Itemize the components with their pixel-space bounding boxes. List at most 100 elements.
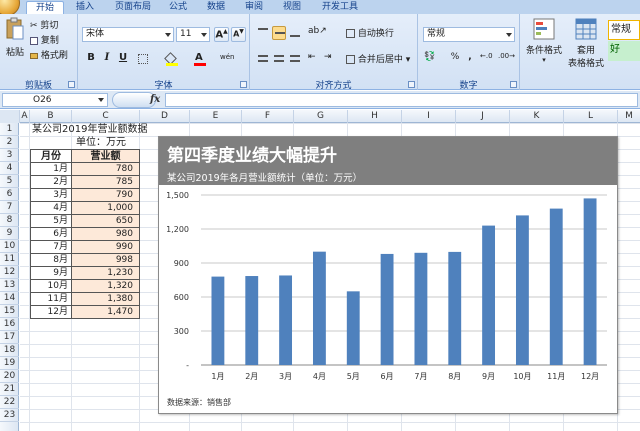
tab-home[interactable]: 开始 [26, 1, 64, 14]
column-header[interactable]: E [190, 110, 242, 123]
month-cell[interactable]: 10月 [30, 280, 72, 293]
name-box[interactable]: O26 [2, 93, 108, 107]
row-header[interactable]: 22 [0, 396, 19, 409]
tab-insert[interactable]: 插入 [68, 1, 102, 14]
row-header[interactable]: 10 [0, 240, 19, 253]
underline-button[interactable]: U [116, 52, 130, 66]
bar[interactable] [583, 198, 597, 365]
bar[interactable] [380, 253, 394, 365]
align-top-button[interactable] [256, 26, 270, 40]
italic-button[interactable]: I [100, 52, 114, 66]
tab-review[interactable]: 审阅 [238, 1, 270, 14]
column-header[interactable]: H [348, 110, 402, 123]
row-header[interactable]: 17 [0, 331, 19, 344]
increase-decimal-button[interactable]: ←.0 [480, 52, 496, 66]
align-middle-button[interactable] [272, 26, 286, 40]
revenue-cell[interactable]: 785 [71, 176, 140, 189]
month-cell[interactable]: 11月 [30, 293, 72, 306]
row-header[interactable]: 19 [0, 357, 19, 370]
font-launcher[interactable] [240, 81, 247, 88]
revenue-cell[interactable]: 990 [71, 241, 140, 254]
font-name-select[interactable]: 宋体 [82, 27, 174, 42]
month-cell[interactable]: 7月 [30, 241, 72, 254]
row-header[interactable]: 13 [0, 279, 19, 292]
select-all-corner[interactable] [0, 110, 20, 123]
row-header[interactable]: 1 [0, 123, 19, 136]
row-header[interactable]: 15 [0, 305, 19, 318]
copy-button[interactable]: 复制 [30, 33, 74, 46]
currency-button[interactable]: 💱 [424, 52, 444, 66]
row-header[interactable]: 4 [0, 162, 19, 175]
tab-data[interactable]: 数据 [200, 1, 232, 14]
column-header[interactable]: J [456, 110, 510, 123]
align-center-button[interactable] [272, 52, 286, 66]
bold-button[interactable]: B [84, 52, 98, 66]
font-color-button[interactable]: A [192, 52, 216, 66]
row-header[interactable]: 14 [0, 292, 19, 305]
cut-button[interactable]: ✂ 剪切 [30, 18, 74, 32]
font-size-select[interactable]: 11 [176, 27, 210, 42]
bar[interactable] [279, 275, 293, 365]
month-cell[interactable]: 9月 [30, 267, 72, 280]
style-normal-swatch[interactable]: 常规 [608, 20, 640, 40]
row-header[interactable]: 7 [0, 201, 19, 214]
row-header[interactable]: 20 [0, 370, 19, 383]
bar[interactable] [346, 291, 360, 365]
unit-cell[interactable]: 单位：万元 [76, 136, 126, 149]
tab-developer[interactable]: 开发工具 [316, 1, 364, 14]
insert-function-icon[interactable]: fx [150, 94, 160, 105]
tab-page-layout[interactable]: 页面布局 [108, 1, 158, 14]
tab-view[interactable]: 视图 [276, 1, 308, 14]
align-right-button[interactable] [288, 52, 302, 66]
column-header[interactable]: C [72, 110, 140, 123]
row-header[interactable]: 12 [0, 266, 19, 279]
month-cell[interactable]: 2月 [30, 176, 72, 189]
header-month-cell[interactable]: 月份 [30, 149, 72, 163]
number-launcher[interactable] [510, 81, 517, 88]
column-header[interactable]: K [510, 110, 564, 123]
format-as-table-button[interactable]: 套用 表格格式 [566, 18, 606, 70]
revenue-cell[interactable]: 980 [71, 228, 140, 241]
column-header[interactable]: A [20, 110, 30, 123]
conditional-format-button[interactable]: 条件格式 ▾ [522, 18, 566, 70]
clipboard-launcher[interactable] [68, 81, 75, 88]
column-header[interactable]: L [564, 110, 618, 123]
row-header[interactable]: 5 [0, 175, 19, 188]
revenue-cell[interactable]: 1,000 [71, 202, 140, 215]
fill-color-button[interactable] [164, 52, 188, 66]
row-header[interactable]: 21 [0, 383, 19, 396]
column-header[interactable]: F [242, 110, 294, 123]
bar[interactable] [312, 251, 326, 365]
percent-button[interactable]: % [448, 52, 462, 66]
row-header[interactable]: 6 [0, 188, 19, 201]
increase-indent-button[interactable]: ⇥ [324, 52, 338, 66]
column-header[interactable]: M [618, 110, 640, 123]
row-header[interactable]: 18 [0, 344, 19, 357]
wrap-text-button[interactable]: 自动换行 [346, 26, 414, 40]
month-cell[interactable]: 8月 [30, 254, 72, 267]
column-header[interactable]: B [30, 110, 72, 123]
bar[interactable] [211, 276, 225, 365]
revenue-cell[interactable]: 780 [71, 163, 140, 176]
orientation-button[interactable]: ab↗ [308, 26, 330, 40]
bar[interactable] [448, 251, 462, 365]
column-header[interactable]: I [402, 110, 456, 123]
row-header[interactable]: 2 [0, 136, 19, 149]
decrease-indent-button[interactable]: ⇤ [308, 52, 322, 66]
format-painter-button[interactable]: 格式刷 [30, 48, 76, 61]
sheet-title-cell[interactable]: 某公司2019年营业额数据 [32, 123, 147, 136]
row-header[interactable]: 11 [0, 253, 19, 266]
style-good-swatch[interactable]: 好 [608, 41, 640, 61]
shrink-font-button[interactable]: A▼ [231, 27, 246, 42]
month-cell[interactable]: 1月 [30, 163, 72, 176]
row-header[interactable]: 9 [0, 227, 19, 240]
column-header[interactable]: G [294, 110, 348, 123]
comma-button[interactable]: , [464, 52, 476, 66]
borders-button[interactable] [136, 52, 158, 66]
grow-font-button[interactable]: A▲ [214, 27, 229, 42]
tab-formulas[interactable]: 公式 [162, 1, 194, 14]
month-cell[interactable]: 5月 [30, 215, 72, 228]
row-header[interactable]: 3 [0, 149, 19, 162]
revenue-cell[interactable]: 1,380 [71, 293, 140, 306]
decrease-decimal-button[interactable]: .00→ [498, 52, 515, 66]
